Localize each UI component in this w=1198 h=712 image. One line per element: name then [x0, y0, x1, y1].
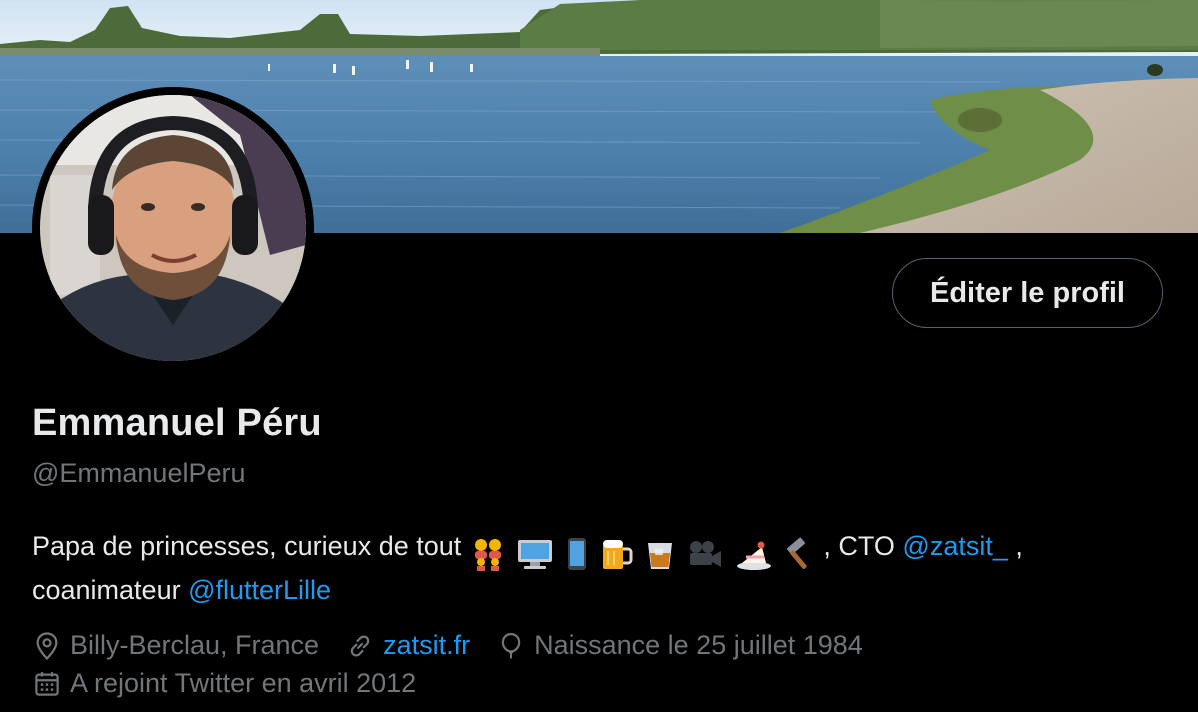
- bio-text-intro: Papa de princesses, curieux de tout: [32, 531, 462, 561]
- profile-meta-row: Billy-Berclau, France zatsit.fr Naissanc…: [32, 630, 889, 661]
- bio-text-line2: coanimateur: [32, 575, 189, 605]
- link-icon: [350, 634, 370, 657]
- mobile-phone-icon: [567, 537, 586, 570]
- website-item[interactable]: zatsit.fr: [345, 630, 470, 661]
- whisky-glass-icon: [647, 542, 672, 569]
- website-link[interactable]: zatsit.fr: [383, 630, 470, 661]
- bio-text-separator: ,: [1007, 531, 1023, 561]
- location-text: Billy-Berclau, France: [70, 630, 320, 660]
- profile-avatar[interactable]: [32, 87, 314, 369]
- profile-bio: Papa de princesses, curieux de tout , CT…: [32, 527, 1162, 609]
- profile-handle: @EmmanuelPeru: [32, 458, 246, 488]
- mention-flutterlille-link[interactable]: @flutterLille: [188, 575, 331, 605]
- calendar-icon: [35, 671, 59, 696]
- profile-meta-row-joined: A rejoint Twitter en avril 2012: [32, 668, 442, 699]
- cake-icon: [736, 541, 771, 570]
- desktop-computer-icon: [518, 539, 553, 569]
- location-item: Billy-Berclau, France: [32, 630, 319, 661]
- profile-display-name: Emmanuel Péru: [32, 402, 322, 444]
- birthday-item: Naissance le 25 juillet 1984: [496, 630, 863, 661]
- bio-text-cto: , CTO: [823, 531, 903, 561]
- location-pin-icon: [36, 631, 58, 660]
- birthday-text: Naissance le 25 juillet 1984: [534, 630, 863, 660]
- joined-item: A rejoint Twitter en avril 2012: [32, 668, 416, 699]
- beer-mug-icon: [603, 539, 633, 569]
- family-icon: [474, 538, 501, 571]
- avatar-photo: [40, 95, 306, 361]
- bio-emoji-group: [471, 533, 822, 571]
- hammer-icon: [787, 537, 807, 569]
- balloon-icon: [501, 632, 521, 658]
- joined-text: A rejoint Twitter en avril 2012: [70, 668, 417, 698]
- movie-camera-icon: [690, 540, 722, 567]
- edit-profile-button[interactable]: Éditer le profil: [892, 258, 1163, 328]
- mention-zatsit-link[interactable]: @zatsit_: [902, 531, 1007, 561]
